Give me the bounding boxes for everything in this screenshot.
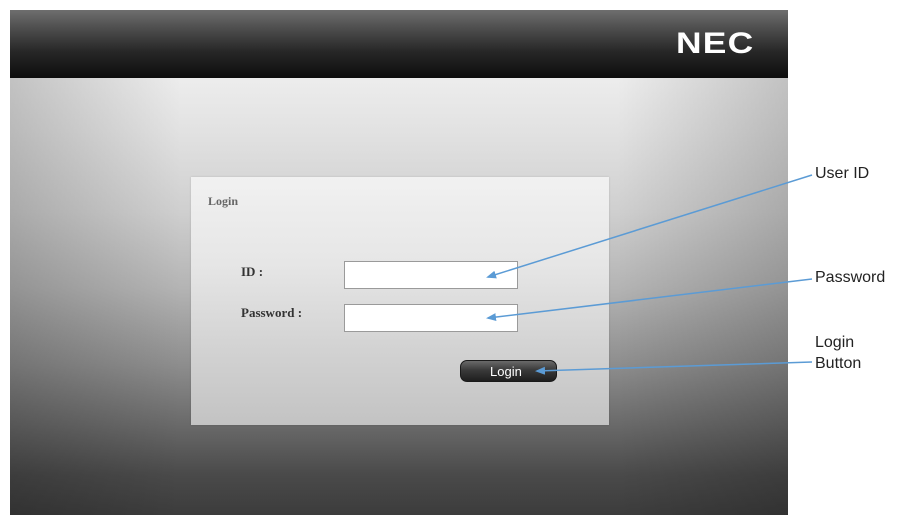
user-id-input[interactable] [344, 261, 518, 289]
screenshot-figure: NEC Login ID : Password : Login User ID … [0, 0, 911, 517]
callout-password: Password [815, 269, 886, 286]
nec-logo: NEC [675, 27, 754, 60]
login-panel: Login ID : Password : Login [191, 177, 609, 425]
callout-login-button: Login Button [815, 334, 862, 372]
login-panel-title: Login [208, 194, 239, 208]
password-input[interactable] [344, 304, 518, 332]
callout-user-id: User ID [815, 165, 870, 182]
login-button[interactable]: Login [460, 360, 557, 382]
header-bar: NEC [10, 10, 788, 78]
password-label: Password : [241, 305, 303, 320]
id-label: ID : [241, 264, 264, 279]
login-page: NEC Login ID : Password : Login [10, 10, 788, 515]
